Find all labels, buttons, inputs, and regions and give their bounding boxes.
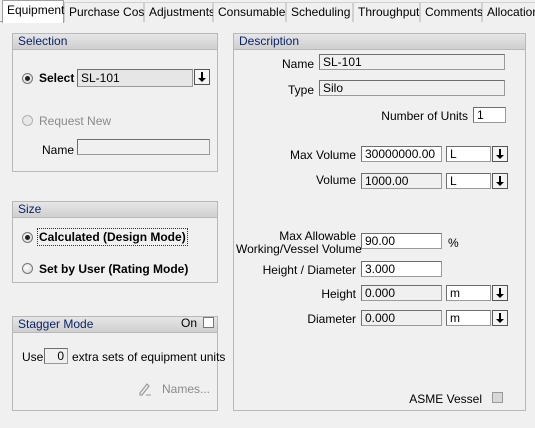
units-field[interactable]: 1: [473, 107, 506, 123]
max-allowable-unit: %: [448, 236, 459, 250]
arrow-down-icon: [496, 313, 504, 323]
set-by-user-radio[interactable]: [22, 263, 33, 274]
max-volume-label: Max Volume: [289, 148, 356, 162]
max-allowable-label-1: Max Allowable: [279, 229, 356, 243]
type-label: Type: [287, 83, 314, 97]
calculated-radio[interactable]: [22, 232, 33, 243]
name-field[interactable]: [77, 139, 210, 155]
height-field: 0.000: [361, 285, 442, 301]
pen-icon: [137, 381, 153, 397]
volume-unit[interactable]: L: [446, 173, 491, 189]
stagger-on-checkbox[interactable]: [203, 317, 214, 328]
volume-label: Volume: [315, 173, 356, 187]
height-unit[interactable]: m: [446, 285, 491, 301]
height-diameter-field[interactable]: 3.000: [361, 261, 442, 277]
height-diameter-label: Height / Diameter: [262, 263, 356, 277]
diameter-field: 0.000: [361, 310, 442, 326]
use-label: Use: [22, 350, 44, 364]
tab-allocation[interactable]: Allocation: [482, 2, 535, 22]
calculated-label: Calculated (Design Mode): [37, 228, 188, 246]
tab-bar: Equipment Purchase Cost Adjustments Cons…: [0, 0, 535, 23]
max-volume-unit[interactable]: L: [446, 146, 491, 162]
arrow-down-icon: [496, 288, 504, 298]
extra-sets-label: extra sets of equipment units: [72, 350, 226, 364]
tab-comments[interactable]: Comments: [420, 2, 483, 22]
volume-unit-dropdown[interactable]: [492, 173, 508, 189]
height-unit-dropdown[interactable]: [492, 285, 508, 301]
names-button[interactable]: Names...: [162, 382, 210, 396]
tab-consumables[interactable]: Consumables: [213, 2, 291, 22]
volume-field: 1000.00: [361, 173, 442, 189]
tab-scheduling[interactable]: Scheduling: [286, 2, 353, 22]
max-allowable-field[interactable]: 90.00: [361, 233, 442, 249]
max-allowable-label-2: Working/Vessel Volume: [236, 242, 362, 256]
arrow-down-icon: [198, 72, 206, 82]
stagger-on-label: On: [181, 316, 198, 330]
size-title: Size: [13, 202, 217, 218]
units-label: Number of Units: [381, 109, 468, 123]
diameter-unit[interactable]: m: [446, 310, 491, 326]
tab-adjustments[interactable]: Adjustments: [144, 2, 215, 22]
extra-sets-field[interactable]: 0: [44, 348, 68, 364]
request-new-radio[interactable]: [22, 115, 33, 126]
height-label: Height: [321, 287, 356, 301]
diameter-unit-dropdown[interactable]: [492, 310, 508, 326]
select-dropdown-button[interactable]: [194, 69, 210, 85]
arrow-down-icon: [496, 149, 504, 159]
request-new-label: Request New: [39, 114, 112, 128]
selection-title: Selection: [13, 34, 217, 50]
asme-vessel-label: ASME Vessel: [409, 392, 482, 406]
set-by-user-label: Set by User (Rating Mode): [39, 262, 189, 276]
max-volume-field[interactable]: 30000000.00: [361, 146, 442, 162]
desc-name-label: Name: [281, 57, 314, 71]
arrow-down-icon: [496, 176, 504, 186]
tab-purchase-cost[interactable]: Purchase Cost: [64, 2, 148, 22]
tab-equipment[interactable]: Equipment: [2, 0, 64, 23]
select-combo[interactable]: SL-101: [77, 69, 193, 87]
max-volume-unit-dropdown[interactable]: [492, 146, 508, 162]
description-title: Description: [234, 34, 525, 50]
asme-vessel-checkbox[interactable]: [492, 392, 503, 403]
select-radio[interactable]: [22, 73, 33, 84]
desc-name-field[interactable]: SL-101: [319, 54, 505, 70]
select-label: Select: [39, 71, 75, 85]
tab-throughput[interactable]: Throughput: [353, 2, 420, 22]
diameter-label: Diameter: [307, 312, 356, 326]
type-field: Silo: [319, 80, 505, 96]
name-label: Name: [42, 143, 75, 157]
